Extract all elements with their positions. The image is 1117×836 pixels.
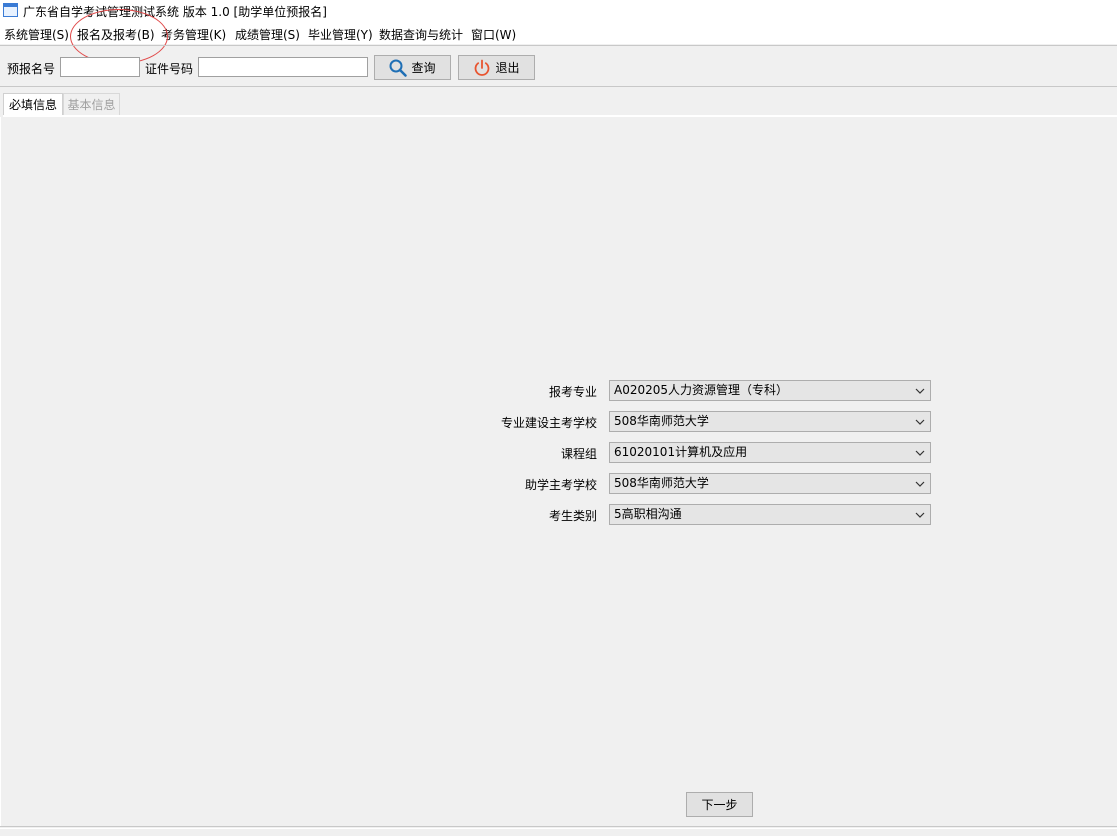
menu-scores[interactable]: 成绩管理(S) [235,26,300,43]
toolbar-separator [0,86,1117,87]
query-button-label: 查询 [411,61,436,75]
next-step-button[interactable]: 下一步 [686,792,753,817]
candidate-type-label: 考生类别 [548,509,597,523]
candidate-type-select[interactable]: 5高职相沟通 [609,504,931,525]
id-number-input[interactable] [198,57,368,77]
chevron-down-icon [915,512,925,518]
title-bar: 广东省自学考试管理测试系统 版本 1.0 [助学单位预报名] [0,0,1117,22]
chief-school-select-value: 508华南师范大学 [614,414,709,428]
course-group-select-value: 61020101计算机及应用 [614,445,748,459]
menu-window[interactable]: 窗口(W) [471,26,516,43]
id-number-label: 证件号码 [145,62,194,76]
chief-school-select[interactable]: 508华南师范大学 [609,411,931,432]
assist-school-select[interactable]: 508华南师范大学 [609,473,931,494]
menu-bar: 系统管理(S) 报名及报考(B) 考务管理(K) 成绩管理(S) 毕业管理(Y)… [0,22,1117,44]
chevron-down-icon [915,481,925,487]
menu-registration[interactable]: 报名及报考(B) [77,26,155,43]
menu-exam-affairs[interactable]: 考务管理(K) [161,26,226,43]
tab-required-info[interactable]: 必填信息 [3,93,63,115]
bottom-separator [0,826,1117,827]
exit-button-label: 退出 [495,61,520,75]
tab-panel-border [3,115,1117,117]
candidate-type-select-value: 5高职相沟通 [614,507,682,521]
menu-system[interactable]: 系统管理(S) [4,26,69,43]
prereg-number-input[interactable] [60,57,140,77]
panel-left-edge [0,117,1,827]
assist-school-select-value: 508华南师范大学 [614,476,709,490]
power-icon [475,59,490,76]
chevron-down-icon [915,388,925,394]
tab-basic-info[interactable]: 基本信息 [63,93,120,115]
app-window-icon [3,3,18,17]
exit-button[interactable]: 退出 [458,55,535,80]
chief-school-label: 专业建设主考学校 [500,416,597,430]
menu-data-query[interactable]: 数据查询与统计 [379,26,463,43]
assist-school-label: 助学主考学校 [524,478,597,492]
tab-basic-info-label: 基本信息 [67,98,116,112]
prereg-number-label: 预报名号 [7,62,56,76]
tab-required-info-label: 必填信息 [8,98,57,112]
query-button[interactable]: 查询 [374,55,451,80]
next-step-label: 下一步 [701,798,738,812]
menu-separator [0,45,1117,46]
search-icon [389,59,408,77]
menu-graduation[interactable]: 毕业管理(Y) [308,26,373,43]
course-group-select[interactable]: 61020101计算机及应用 [609,442,931,463]
major-label: 报考专业 [548,385,597,399]
chevron-down-icon [915,419,925,425]
window-title: 广东省自学考试管理测试系统 版本 1.0 [助学单位预报名] [23,5,327,19]
chevron-down-icon [915,450,925,456]
course-group-label: 课程组 [560,447,597,461]
major-select[interactable]: A020205人力资源管理（专科） [609,380,931,401]
major-select-value: A020205人力资源管理（专科） [614,383,789,397]
